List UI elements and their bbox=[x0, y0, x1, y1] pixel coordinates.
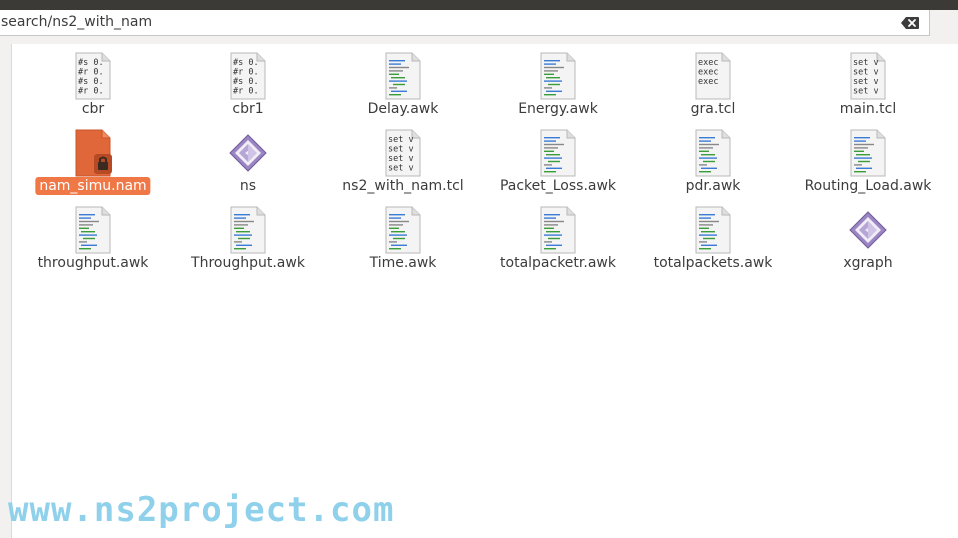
file-label: Energy.awk bbox=[518, 101, 598, 117]
file-label: Delay.awk bbox=[367, 101, 439, 117]
file-item-xgraph[interactable]: xgraph bbox=[793, 198, 943, 271]
svg-text:#r 0.: #r 0. bbox=[78, 87, 104, 97]
svg-text:#s 0.: #s 0. bbox=[233, 58, 259, 68]
script-file-icon bbox=[383, 52, 423, 100]
svg-text:#s 0.: #s 0. bbox=[78, 58, 104, 68]
script-file-icon bbox=[538, 52, 578, 100]
svg-text:#s 0.: #s 0. bbox=[78, 77, 104, 87]
text-file-icon: #s 0. #r 0. #s 0. #r 0. bbox=[228, 52, 268, 100]
svg-text:set v: set v bbox=[853, 77, 879, 87]
file-item-throughput-awk[interactable]: throughput.awk bbox=[18, 198, 168, 271]
file-label: ns bbox=[239, 178, 257, 194]
location-bar[interactable]: search/ns2_with_nam bbox=[0, 10, 930, 36]
file-grid: #s 0. #r 0. #s 0. #r 0. cbr #s 0. #r 0. #s 0. #r… bbox=[12, 44, 958, 538]
file-label: Packet_Loss.awk bbox=[499, 178, 617, 194]
svg-text:#r 0.: #r 0. bbox=[233, 68, 259, 78]
svg-text:#r 0.: #r 0. bbox=[233, 87, 259, 97]
svg-text:exec: exec bbox=[698, 77, 718, 87]
file-label: throughput.awk bbox=[37, 255, 149, 271]
svg-text:#r 0.: #r 0. bbox=[78, 68, 104, 78]
text-file-icon: exec exec exec bbox=[693, 52, 733, 100]
file-label: Routing_Load.awk bbox=[804, 178, 932, 194]
script-file-icon bbox=[73, 206, 113, 254]
file-item-ns[interactable]: ns bbox=[173, 121, 323, 194]
svg-text:set v: set v bbox=[853, 87, 879, 97]
file-item-totalpacketr-awk[interactable]: totalpacketr.awk bbox=[483, 198, 633, 271]
file-item-totalpackets-awk[interactable]: totalpackets.awk bbox=[638, 198, 788, 271]
svg-text:set v: set v bbox=[388, 135, 414, 145]
sidebar-edge[interactable] bbox=[0, 44, 12, 538]
executable-icon bbox=[228, 129, 268, 177]
file-label: Time.awk bbox=[369, 255, 437, 271]
file-item-ns2-with-nam-tcl[interactable]: set v set v set v set v ns2_with_nam.tcl bbox=[328, 121, 478, 194]
script-file-icon bbox=[228, 206, 268, 254]
text-file-icon: #s 0. #r 0. #s 0. #r 0. bbox=[73, 52, 113, 100]
window-top-strip bbox=[0, 0, 958, 10]
script-file-icon bbox=[848, 129, 888, 177]
script-file-icon bbox=[538, 206, 578, 254]
svg-text:set v: set v bbox=[388, 164, 414, 174]
backspace-icon bbox=[901, 17, 919, 29]
script-file-icon bbox=[693, 206, 733, 254]
location-path: search/ns2_with_nam bbox=[1, 14, 153, 30]
file-item-main-tcl[interactable]: set v set v set v set v main.tcl bbox=[793, 44, 943, 117]
svg-text:set v: set v bbox=[853, 68, 879, 78]
svg-text:exec: exec bbox=[698, 58, 718, 68]
file-label: Throughput.awk bbox=[191, 255, 305, 271]
file-label: nam_simu.nam bbox=[35, 177, 151, 195]
file-label: ns2_with_nam.tcl bbox=[342, 178, 464, 194]
file-label: main.tcl bbox=[839, 101, 897, 117]
file-item-energy-awk[interactable]: Energy.awk bbox=[483, 44, 633, 117]
locked-file-icon bbox=[73, 129, 113, 177]
script-file-icon bbox=[383, 206, 423, 254]
file-item-routing-load-awk[interactable]: Routing_Load.awk bbox=[793, 121, 943, 194]
file-item-cbr[interactable]: #s 0. #r 0. #s 0. #r 0. cbr bbox=[18, 44, 168, 117]
script-file-icon bbox=[693, 129, 733, 177]
file-label: pdr.awk bbox=[685, 178, 741, 194]
svg-text:set v: set v bbox=[388, 145, 414, 155]
file-item-packet-loss-awk[interactable]: Packet_Loss.awk bbox=[483, 121, 633, 194]
text-file-icon: set v set v set v set v bbox=[383, 129, 423, 177]
svg-text:set v: set v bbox=[388, 154, 414, 164]
file-item-cbr1[interactable]: #s 0. #r 0. #s 0. #r 0. cbr1 bbox=[173, 44, 323, 117]
text-file-icon: set v set v set v set v bbox=[848, 52, 888, 100]
clear-location-button[interactable] bbox=[900, 15, 920, 29]
svg-text:set v: set v bbox=[853, 58, 879, 68]
file-item-pdr-awk[interactable]: pdr.awk bbox=[638, 121, 788, 194]
script-file-icon bbox=[538, 129, 578, 177]
file-label: cbr1 bbox=[232, 101, 264, 117]
file-item-delay-awk[interactable]: Delay.awk bbox=[328, 44, 478, 117]
file-item-throughput-awk[interactable]: Throughput.awk bbox=[173, 198, 323, 271]
file-label: gra.tcl bbox=[690, 101, 736, 117]
file-label: totalpacketr.awk bbox=[500, 255, 616, 271]
toolbar-separator bbox=[0, 36, 958, 44]
svg-text:#s 0.: #s 0. bbox=[233, 77, 259, 87]
svg-text:exec: exec bbox=[698, 68, 718, 78]
file-item-nam-simu-nam[interactable]: nam_simu.nam bbox=[18, 121, 168, 195]
executable-icon bbox=[848, 206, 888, 254]
file-item-gra-tcl[interactable]: exec exec exec gra.tcl bbox=[638, 44, 788, 117]
file-label: totalpackets.awk bbox=[653, 255, 773, 271]
watermark: www.ns2project.com bbox=[8, 490, 395, 530]
file-label: xgraph bbox=[843, 255, 893, 271]
file-item-time-awk[interactable]: Time.awk bbox=[328, 198, 478, 271]
file-label: cbr bbox=[81, 101, 105, 117]
